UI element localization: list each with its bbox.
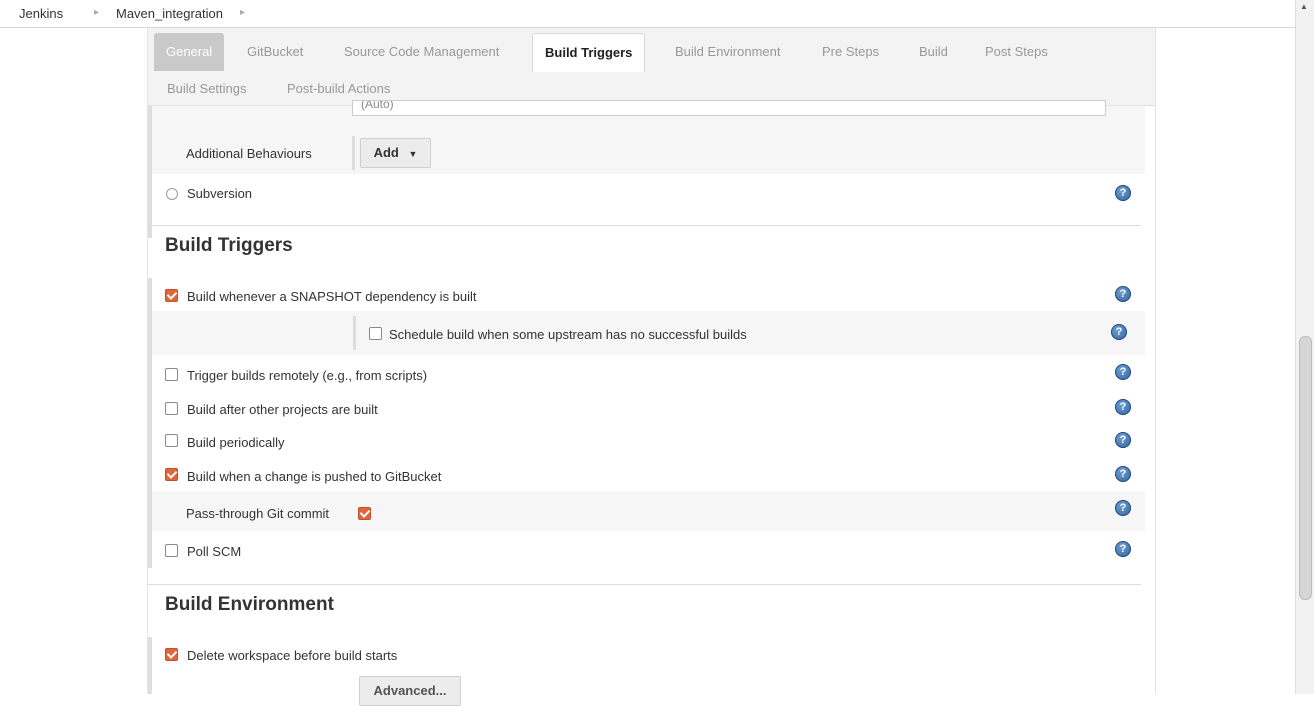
tab-pre-steps[interactable]: Pre Steps [822, 44, 879, 59]
tab-post-build-actions[interactable]: Post-build Actions [287, 81, 390, 96]
delete-workspace-checkbox[interactable] [165, 648, 178, 661]
upstream-option-bar [353, 316, 356, 350]
schedule-upstream-checkbox[interactable] [369, 327, 382, 340]
tab-build-settings[interactable]: Build Settings [167, 81, 247, 96]
section-divider [148, 225, 1141, 226]
build-periodically-checkbox[interactable] [165, 434, 178, 447]
build-periodically-label: Build periodically [187, 435, 285, 450]
poll-scm-help-icon[interactable]: ? [1115, 541, 1131, 557]
subversion-help-icon[interactable]: ? [1115, 185, 1131, 201]
breadcrumb-jenkins[interactable]: Jenkins [19, 6, 63, 21]
breadcrumb-separator-icon[interactable]: ▸ [240, 7, 245, 18]
gitbucket-push-label: Build when a change is pushed to GitBuck… [187, 469, 442, 484]
schedule-upstream-help-icon[interactable]: ? [1111, 324, 1127, 340]
poll-scm-label: Poll SCM [187, 544, 242, 559]
tab-post-steps[interactable]: Post Steps [985, 44, 1048, 59]
trigger-remotely-help-icon[interactable]: ? [1115, 364, 1131, 380]
poll-scm-checkbox[interactable] [165, 544, 178, 557]
after-other-projects-help-icon[interactable]: ? [1115, 399, 1131, 415]
subversion-label: Subversion [187, 186, 253, 201]
add-behaviour-button[interactable]: Add ▼ [360, 138, 431, 168]
tab-general[interactable]: General [154, 33, 225, 71]
vertical-scrollbar[interactable]: ▲ [1295, 0, 1314, 694]
pass-through-help-icon[interactable]: ? [1115, 500, 1131, 516]
gitbucket-push-help-icon[interactable]: ? [1115, 466, 1131, 482]
advanced-button[interactable]: Advanced... [359, 676, 461, 706]
tab-build[interactable]: Build [919, 44, 948, 59]
config-panel: General GitBucket Source Code Management… [147, 28, 1156, 706]
add-button-label: Add [373, 145, 399, 160]
build-periodically-help-icon[interactable]: ? [1115, 432, 1131, 448]
tab-gitbucket[interactable]: GitBucket [247, 44, 303, 59]
scrollbar-thumb[interactable] [1299, 336, 1312, 600]
tab-build-triggers[interactable]: Build Triggers [532, 33, 646, 72]
trigger-remotely-checkbox[interactable] [165, 368, 178, 381]
gitbucket-push-checkbox[interactable] [165, 468, 178, 481]
tab-source-code-management[interactable]: Source Code Management [344, 44, 499, 59]
tab-build-environment[interactable]: Build Environment [675, 44, 781, 59]
scm-partial-field[interactable]: (Auto) [352, 100, 1106, 116]
dropdown-arrow-icon: ▼ [408, 149, 418, 159]
delete-workspace-label: Delete workspace before build starts [187, 648, 398, 663]
scroll-up-arrow-icon[interactable]: ▲ [1300, 2, 1308, 11]
subversion-radio[interactable] [166, 188, 178, 200]
build-triggers-title: Build Triggers [165, 235, 293, 256]
after-other-projects-label: Build after other projects are built [187, 402, 378, 417]
snapshot-trigger-checkbox[interactable] [165, 289, 178, 302]
breadcrumb: Jenkins ▸ Maven_integration ▸ [0, 0, 1296, 28]
snapshot-trigger-label: Build whenever a SNAPSHOT dependency is … [187, 289, 477, 304]
trigger-remotely-label: Trigger builds remotely (e.g., from scri… [187, 368, 428, 383]
build-environment-bar [148, 637, 152, 694]
additional-behaviours-label: Additional Behaviours [186, 146, 312, 161]
additional-behaviours-bar [352, 136, 355, 170]
section-divider [148, 584, 1141, 585]
git-options-row [152, 106, 1145, 174]
breadcrumb-maven-integration[interactable]: Maven_integration [116, 6, 223, 21]
scm-partial-field-value: (Auto) [361, 100, 394, 111]
snapshot-help-icon[interactable]: ? [1115, 286, 1131, 302]
pass-through-label: Pass-through Git commit [186, 506, 330, 521]
build-environment-title: Build Environment [165, 594, 334, 615]
config-tab-bar: General GitBucket Source Code Management… [148, 28, 1155, 106]
schedule-upstream-label: Schedule build when some upstream has no… [389, 327, 747, 342]
after-other-projects-checkbox[interactable] [165, 402, 178, 415]
pass-through-checkbox[interactable] [358, 507, 371, 520]
breadcrumb-separator-icon: ▸ [94, 7, 100, 18]
